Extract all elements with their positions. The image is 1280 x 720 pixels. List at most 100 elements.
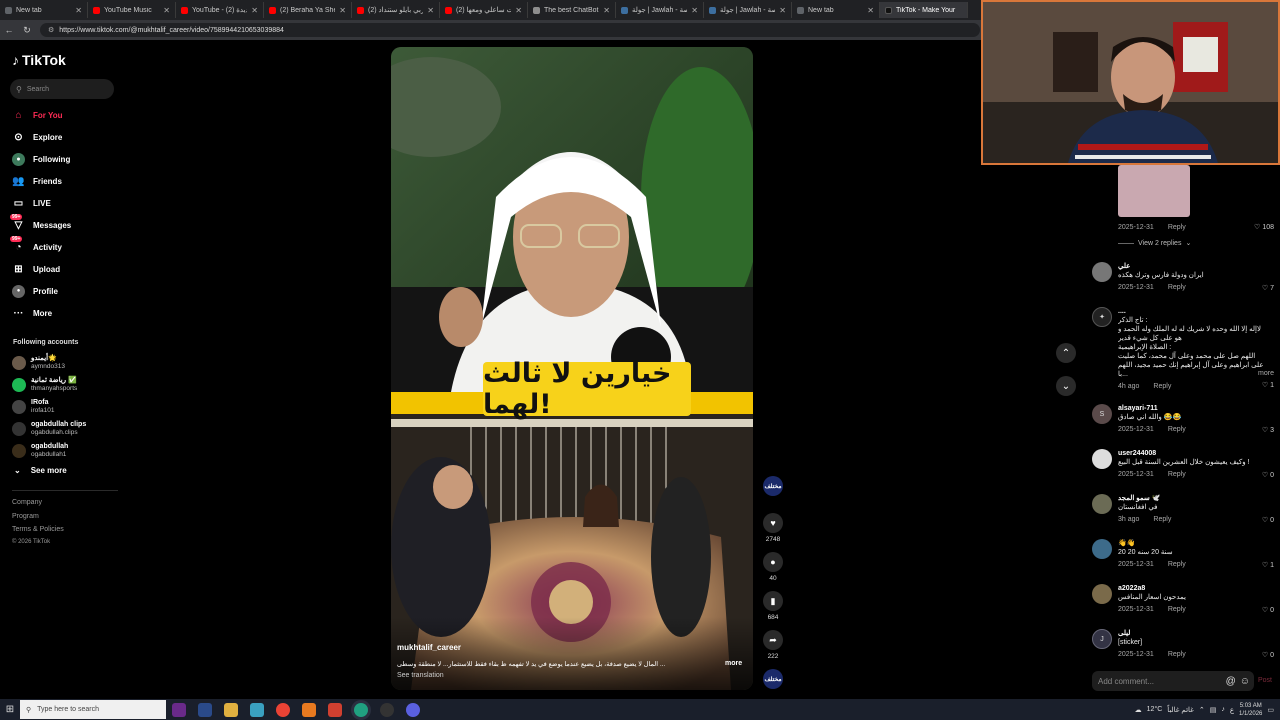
comment-user[interactable]: alsayari-711 <box>1118 404 1280 413</box>
see-more-button[interactable]: ⌄ See more <box>14 466 67 475</box>
comment-user[interactable]: user244008 <box>1118 449 1280 458</box>
close-icon[interactable]: ✕ <box>427 6 434 15</box>
close-icon[interactable]: ✕ <box>779 6 786 15</box>
avatar[interactable] <box>1092 539 1112 559</box>
close-icon[interactable]: ✕ <box>163 6 170 15</box>
nav-messages[interactable]: ▽ 99+ Messages <box>10 213 112 234</box>
avatar[interactable] <box>1092 449 1112 469</box>
avatar[interactable] <box>1092 262 1112 282</box>
chrome-icon[interactable] <box>276 702 290 717</box>
previous-video-button[interactable]: ⌃ <box>1056 343 1076 363</box>
comment-more-button[interactable]: more <box>1258 370 1274 377</box>
reply-button[interactable]: Reply <box>1168 605 1186 614</box>
avatar[interactable] <box>1092 494 1112 514</box>
see-translation-button[interactable]: See translation <box>397 672 444 679</box>
save-button[interactable]: ▮ 684 <box>763 591 783 621</box>
tiktok-logo[interactable]: ♪ TikTok <box>12 52 66 68</box>
nav-live[interactable]: ▭ LIVE <box>12 194 112 212</box>
close-icon[interactable]: ✕ <box>251 6 258 15</box>
following-account[interactable]: رياضة ثمانية ✅ thmanyahsports <box>12 374 117 396</box>
nav-friends[interactable]: 👥 Friends <box>12 172 112 190</box>
browser-tab[interactable]: New tab ✕ <box>792 2 880 18</box>
video-player[interactable]: خيارين لا ثالث لهما! mukhtalif_career ..… <box>391 47 753 690</box>
footer-terms-link[interactable]: Terms & Policies <box>12 526 64 533</box>
url-field[interactable]: ⚙ https://www.tiktok.com/@mukhtalif_care… <box>40 23 980 37</box>
browser-tab[interactable]: (2) عربي بايلو ستنداد ✕ <box>352 2 440 18</box>
site-info-icon[interactable]: ⚙ <box>48 26 54 34</box>
vlc-icon[interactable] <box>302 702 316 717</box>
following-account[interactable]: IRofa irofa101 <box>12 396 117 418</box>
nav-explore[interactable]: ⊙ Explore <box>12 128 112 146</box>
photoshop-app-icon[interactable] <box>198 702 212 717</box>
app-icon[interactable] <box>250 702 264 717</box>
browser-tab[interactable]: New tab ✕ <box>0 2 88 18</box>
taskbar-search[interactable]: ⚲ Type here to search <box>20 700 166 719</box>
reply-button[interactable]: Reply <box>1153 382 1171 391</box>
following-account[interactable]: أيمندو🌟 aymndo313 <box>12 352 117 374</box>
footer-company-link[interactable]: Company <box>12 499 42 506</box>
browser-tab-active[interactable]: TikTok - Make Your <box>880 2 968 18</box>
emoji-icon[interactable]: ☺ <box>1240 676 1250 687</box>
comment-user[interactable]: ليلى <box>1118 629 1280 638</box>
post-button[interactable]: Post <box>1258 677 1272 684</box>
language-indicator[interactable]: ع <box>1230 706 1234 714</box>
share-button[interactable]: ➦ 222 <box>763 630 783 660</box>
next-video-button[interactable]: ⌄ <box>1056 376 1076 396</box>
close-icon[interactable]: ✕ <box>515 6 522 15</box>
avatar[interactable]: J <box>1092 629 1112 649</box>
edge-icon[interactable] <box>354 702 368 717</box>
brave-icon[interactable] <box>328 702 342 717</box>
browser-tab[interactable]: جولة | Jawlah - منصة ✕ <box>616 2 704 18</box>
weather-temp[interactable]: 12°C <box>1147 706 1163 713</box>
close-icon[interactable]: ✕ <box>339 6 346 15</box>
reply-button[interactable]: Reply <box>1168 223 1186 232</box>
nav-following[interactable]: ● Following <box>12 150 112 168</box>
view-replies-button[interactable]: View 2 replies ⌄ <box>1118 239 1191 247</box>
premiere-app-icon[interactable] <box>172 702 186 717</box>
reply-button[interactable]: Reply <box>1168 425 1186 434</box>
close-icon[interactable]: ✕ <box>75 6 82 15</box>
file-explorer-icon[interactable] <box>224 702 238 717</box>
footer-program-link[interactable]: Program <box>12 513 39 520</box>
network-icon[interactable]: ▤ <box>1210 706 1217 714</box>
comment-user[interactable]: a2022a8 <box>1118 584 1280 593</box>
caption-more-button[interactable]: more <box>725 660 742 667</box>
video-username[interactable]: mukhtalif_career <box>397 643 461 652</box>
discord-icon[interactable] <box>406 702 420 717</box>
reply-button[interactable]: Reply <box>1168 283 1186 292</box>
nav-more[interactable]: ··· More <box>12 304 112 322</box>
browser-tab[interactable]: (2) ولدت ساعلي ومعها ✕ <box>440 2 528 18</box>
comment-like-button[interactable]: ♡ 0 <box>1262 471 1274 480</box>
browser-tab[interactable]: YouTube - سنة جديدة (2) ✕ <box>176 2 264 18</box>
tray-arrow-icon[interactable]: ⌃ <box>1199 706 1205 714</box>
notification-icon[interactable]: ▭ <box>1267 706 1274 714</box>
comment-like-button[interactable]: ♡ 1 <box>1262 561 1274 570</box>
comment-user[interactable]: 👋👋 <box>1118 539 1280 548</box>
back-icon[interactable]: ← <box>0 25 18 35</box>
reply-button[interactable]: Reply <box>1168 470 1186 479</box>
reply-button[interactable]: Reply <box>1153 515 1171 524</box>
comment-like-button[interactable]: ♡ 7 <box>1262 284 1274 293</box>
nav-profile[interactable]: ● Profile <box>12 282 112 300</box>
reply-button[interactable]: Reply <box>1168 650 1186 659</box>
nav-upload[interactable]: ⊞ Upload <box>12 260 112 278</box>
following-account[interactable]: ogabdullah ogabdullah1 <box>12 440 117 462</box>
search-input[interactable]: ⚲ Search <box>10 79 114 99</box>
windows-start-icon[interactable]: ⊞ <box>0 704 20 715</box>
browser-tab[interactable]: YouTube Music ✕ <box>88 2 176 18</box>
avatar[interactable] <box>1092 584 1112 604</box>
comment-button[interactable]: ● 40 <box>763 552 783 582</box>
comment-like-button[interactable]: ♡ 0 <box>1262 606 1274 615</box>
comment-like-button[interactable]: ♡ 0 <box>1262 516 1274 525</box>
like-button[interactable]: ♥ 2748 <box>763 513 783 543</box>
avatar[interactable]: S <box>1092 404 1112 424</box>
comment-like-button[interactable]: ♡ 108 <box>1254 223 1274 232</box>
channel-avatar-button[interactable]: مختلف <box>763 476 783 496</box>
obs-icon[interactable] <box>380 702 394 717</box>
avatar[interactable]: ✦ <box>1092 307 1112 327</box>
clock[interactable]: 5:03 AM 1/1/2026 <box>1239 702 1262 718</box>
browser-tab[interactable]: (2) Beraha Ya Sheekha ✕ <box>264 2 352 18</box>
close-icon[interactable]: ✕ <box>867 6 874 15</box>
comment-like-button[interactable]: ♡ 3 <box>1262 426 1274 435</box>
nav-for-you[interactable]: ⌂ For You <box>12 106 112 124</box>
